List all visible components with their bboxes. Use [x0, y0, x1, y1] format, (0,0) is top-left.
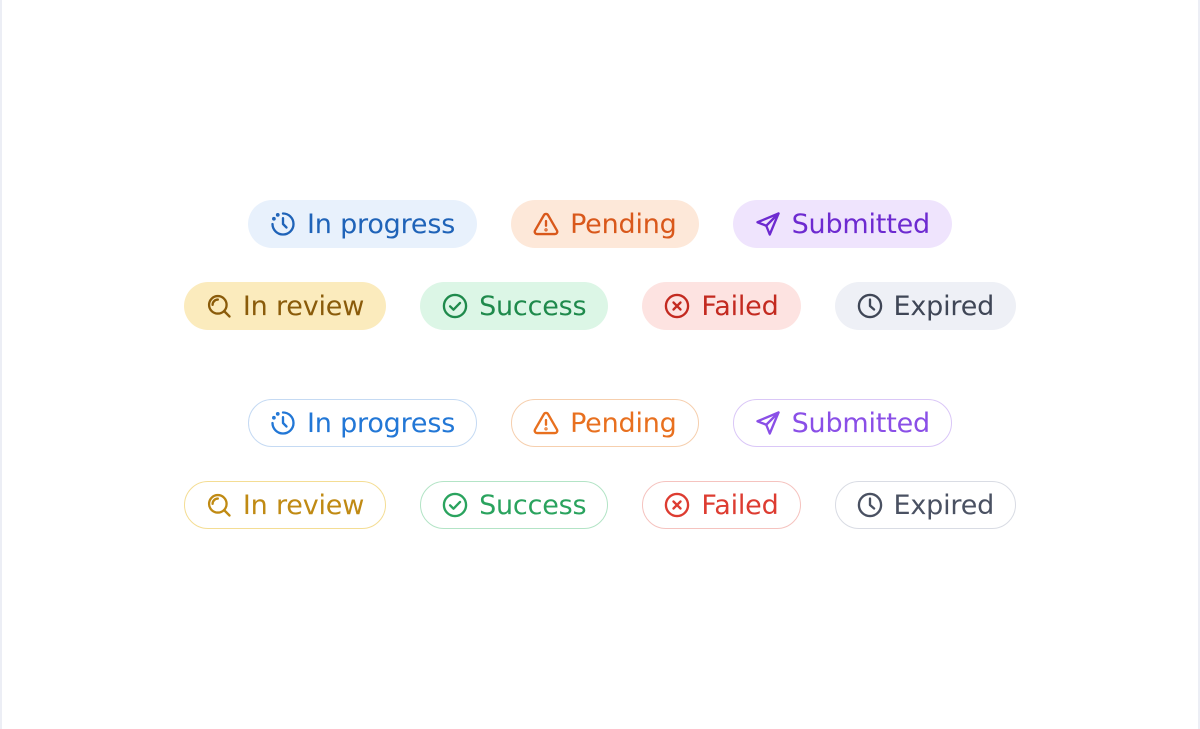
badge-label: Submitted [791, 407, 931, 439]
badge-in-review-outline: In review [183, 481, 387, 529]
x-circle-icon [663, 491, 691, 519]
badge-success-filled: Success [420, 282, 609, 330]
x-circle-icon [663, 292, 691, 320]
badge-label: Expired [893, 489, 995, 521]
badge-label: Submitted [791, 208, 931, 240]
filled-badges-row-1: In progress Pending Submitted [0, 200, 1200, 248]
check-circle-icon [441, 491, 469, 519]
badge-label: Pending [570, 407, 677, 439]
badge-label: Pending [570, 208, 677, 240]
badge-failed-outline: Failed [642, 481, 801, 529]
badge-label: Success [479, 290, 587, 322]
outline-badges-row-2: In review Success Failed Expired [0, 481, 1200, 529]
clock-icon [856, 491, 884, 519]
badge-submitted-outline: Submitted [732, 399, 952, 447]
search-icon [205, 491, 233, 519]
badge-in-progress-outline: In progress [248, 399, 478, 447]
badge-label: In review [242, 489, 365, 521]
send-arrow-icon [754, 210, 782, 238]
badge-label: Failed [701, 290, 779, 322]
filled-badges-row-2: In review Success Failed Expired [0, 282, 1200, 330]
badge-expired-outline: Expired [834, 481, 1017, 529]
outline-badges-row-1: In progress Pending Submitted [0, 399, 1200, 447]
warning-triangle-icon [532, 409, 560, 437]
badge-submitted-filled: Submitted [732, 200, 952, 248]
badge-label: In review [242, 290, 365, 322]
badge-expired-filled: Expired [834, 282, 1017, 330]
check-circle-icon [441, 292, 469, 320]
progress-clock-icon [269, 210, 297, 238]
badge-in-progress-filled: In progress [248, 200, 478, 248]
badge-label: In progress [307, 407, 456, 439]
search-icon [205, 292, 233, 320]
badge-label: Failed [701, 489, 779, 521]
clock-icon [856, 292, 884, 320]
warning-triangle-icon [532, 210, 560, 238]
badge-label: Success [479, 489, 587, 521]
canvas-frame [0, 0, 1200, 729]
badge-pending-filled: Pending [511, 200, 699, 248]
badge-success-outline: Success [420, 481, 609, 529]
badge-label: Expired [893, 290, 995, 322]
progress-clock-icon [269, 409, 297, 437]
badge-pending-outline: Pending [511, 399, 699, 447]
badge-label: In progress [307, 208, 456, 240]
send-arrow-icon [754, 409, 782, 437]
badge-in-review-filled: In review [183, 282, 387, 330]
badge-failed-filled: Failed [642, 282, 801, 330]
